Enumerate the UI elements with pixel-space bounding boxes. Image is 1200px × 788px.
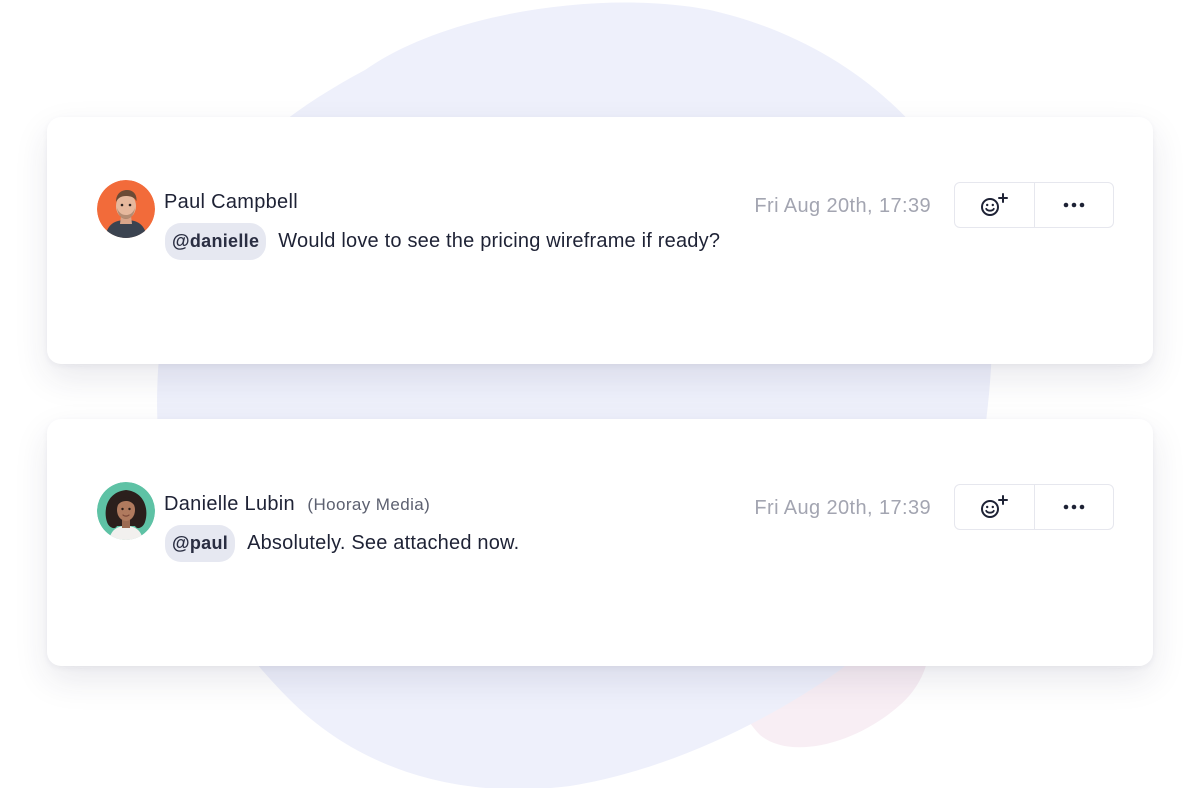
add-reaction-button[interactable] [955, 183, 1034, 227]
comment-card: Danielle Lubin (Hooray Media) Fri Aug 20… [47, 419, 1153, 666]
comment-actions [954, 182, 1114, 228]
more-options-button[interactable] [1033, 485, 1114, 529]
comment-timestamp: Fri Aug 20th, 17:39 [754, 195, 931, 217]
more-options-icon [1063, 504, 1085, 510]
message-text: Would love to see the pricing wireframe … [278, 230, 721, 252]
comment-card: Paul Campbell Fri Aug 20th, 17:39 @danie… [47, 117, 1153, 364]
add-reaction-button[interactable] [955, 485, 1034, 529]
comment-timestamp: Fri Aug 20th, 17:39 [754, 497, 931, 519]
comment-message: @paul Absolutely. See attached now. [165, 525, 519, 562]
add-reaction-icon [981, 495, 1009, 518]
add-reaction-icon [981, 193, 1009, 216]
comment-header: Danielle Lubin (Hooray Media) [164, 493, 430, 516]
author-name[interactable]: Paul Campbell [164, 191, 298, 213]
author-name[interactable]: Danielle Lubin [164, 493, 295, 515]
message-text: Absolutely. See attached now. [247, 532, 520, 554]
avatar-image [97, 482, 155, 540]
avatar-image [97, 180, 155, 238]
mention-tag[interactable]: @paul [165, 525, 236, 562]
more-options-button[interactable] [1033, 183, 1114, 227]
comment-thread-stage: Paul Campbell Fri Aug 20th, 17:39 @danie… [0, 0, 1200, 788]
avatar[interactable] [97, 180, 155, 238]
mention-tag[interactable]: @danielle [165, 223, 267, 260]
avatar[interactable] [97, 482, 155, 540]
more-options-icon [1063, 202, 1085, 208]
comment-message: @danielle Would love to see the pricing … [165, 223, 720, 260]
author-organization: (Hooray Media) [307, 495, 431, 514]
comment-actions [954, 484, 1114, 530]
comment-header: Paul Campbell [164, 191, 298, 214]
